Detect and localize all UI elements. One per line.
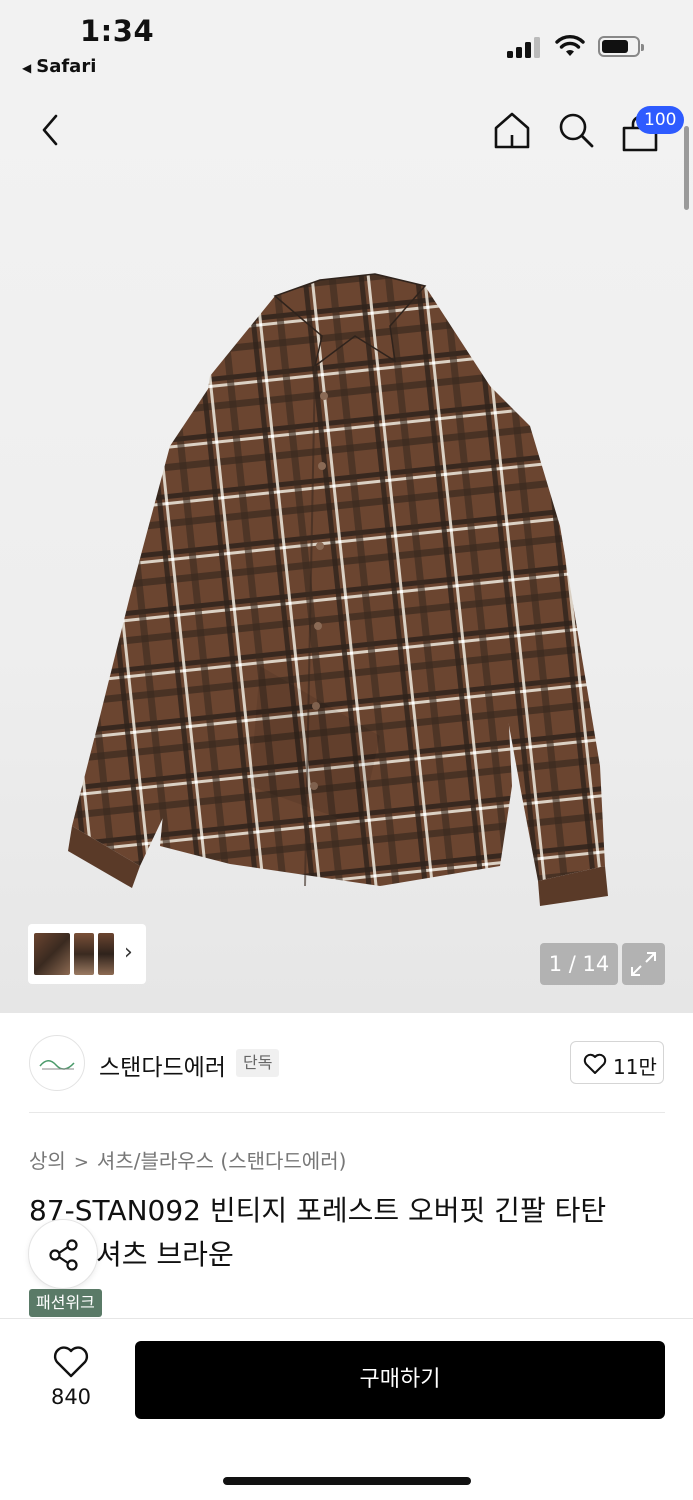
- thumbnail-3[interactable]: [98, 933, 114, 975]
- thumbnail-strip[interactable]: ›: [28, 924, 146, 984]
- breadcrumb-separator: >: [73, 1152, 89, 1173]
- back-arrow-icon[interactable]: [36, 112, 66, 148]
- image-counter: 1 / 14: [540, 943, 618, 985]
- share-icon: [49, 1239, 78, 1271]
- wifi-icon: [555, 35, 585, 56]
- cellular-signal-icon: [507, 36, 543, 58]
- purchase-bar: 840 구매하기: [0, 1318, 693, 1500]
- buy-button[interactable]: 구매하기: [135, 1341, 665, 1419]
- heart-icon: [583, 1053, 607, 1074]
- divider: [29, 1112, 665, 1113]
- expand-icon[interactable]: [622, 943, 665, 985]
- brand-like-button[interactable]: 11만: [570, 1041, 664, 1084]
- exclusive-tag: 단독: [236, 1049, 280, 1077]
- status-bar: 1:34 ◀ Safari: [0, 0, 693, 86]
- scrollbar[interactable]: [684, 126, 689, 210]
- cart-count-badge: 100: [636, 106, 685, 134]
- thumbnail-2[interactable]: [74, 933, 94, 975]
- back-app-label: Safari: [36, 56, 97, 77]
- back-triangle-icon: ◀: [22, 61, 32, 75]
- product-title-line-2: 셔츠 브라운: [96, 1238, 234, 1271]
- wishlist-count: 840: [50, 1385, 92, 1409]
- chevron-right-icon[interactable]: ›: [124, 940, 133, 965]
- product-image-gallery[interactable]: 100 › 1 / 14: [0, 86, 693, 1013]
- breadcrumb-subcategory[interactable]: 셔츠/블라우스 (스탠다드에러): [97, 1149, 347, 1173]
- product-title: 87-STAN092 빈티지 포레스트 오버핏 긴팔 타탄 셔츠 브라운: [29, 1189, 669, 1277]
- wishlist-button[interactable]: 840: [40, 1345, 102, 1415]
- product-title-line-1: 87-STAN092 빈티지 포레스트 오버핏 긴팔 타탄: [29, 1194, 607, 1227]
- battery-icon: [598, 36, 644, 57]
- heart-icon: [53, 1346, 89, 1378]
- brand-logo[interactable]: [29, 1035, 85, 1091]
- breadcrumb-category[interactable]: 상의: [29, 1149, 66, 1173]
- share-button[interactable]: [28, 1219, 98, 1289]
- brand-name[interactable]: 스탠다드에러: [99, 1048, 226, 1082]
- thumbnail-1[interactable]: [34, 933, 70, 975]
- brand-like-count: 11만: [613, 1055, 657, 1079]
- product-shirt-image: [68, 273, 608, 906]
- status-time: 1:34: [80, 14, 155, 48]
- promo-badge: 패션위크: [29, 1289, 102, 1317]
- home-icon[interactable]: [492, 110, 532, 150]
- home-indicator[interactable]: [223, 1477, 471, 1485]
- breadcrumb: 상의 > 셔츠/블라우스 (스탠다드에러): [29, 1145, 346, 1174]
- search-icon[interactable]: [556, 110, 596, 150]
- battery-fill: [602, 40, 628, 53]
- back-to-safari-link[interactable]: ◀ Safari: [22, 56, 96, 77]
